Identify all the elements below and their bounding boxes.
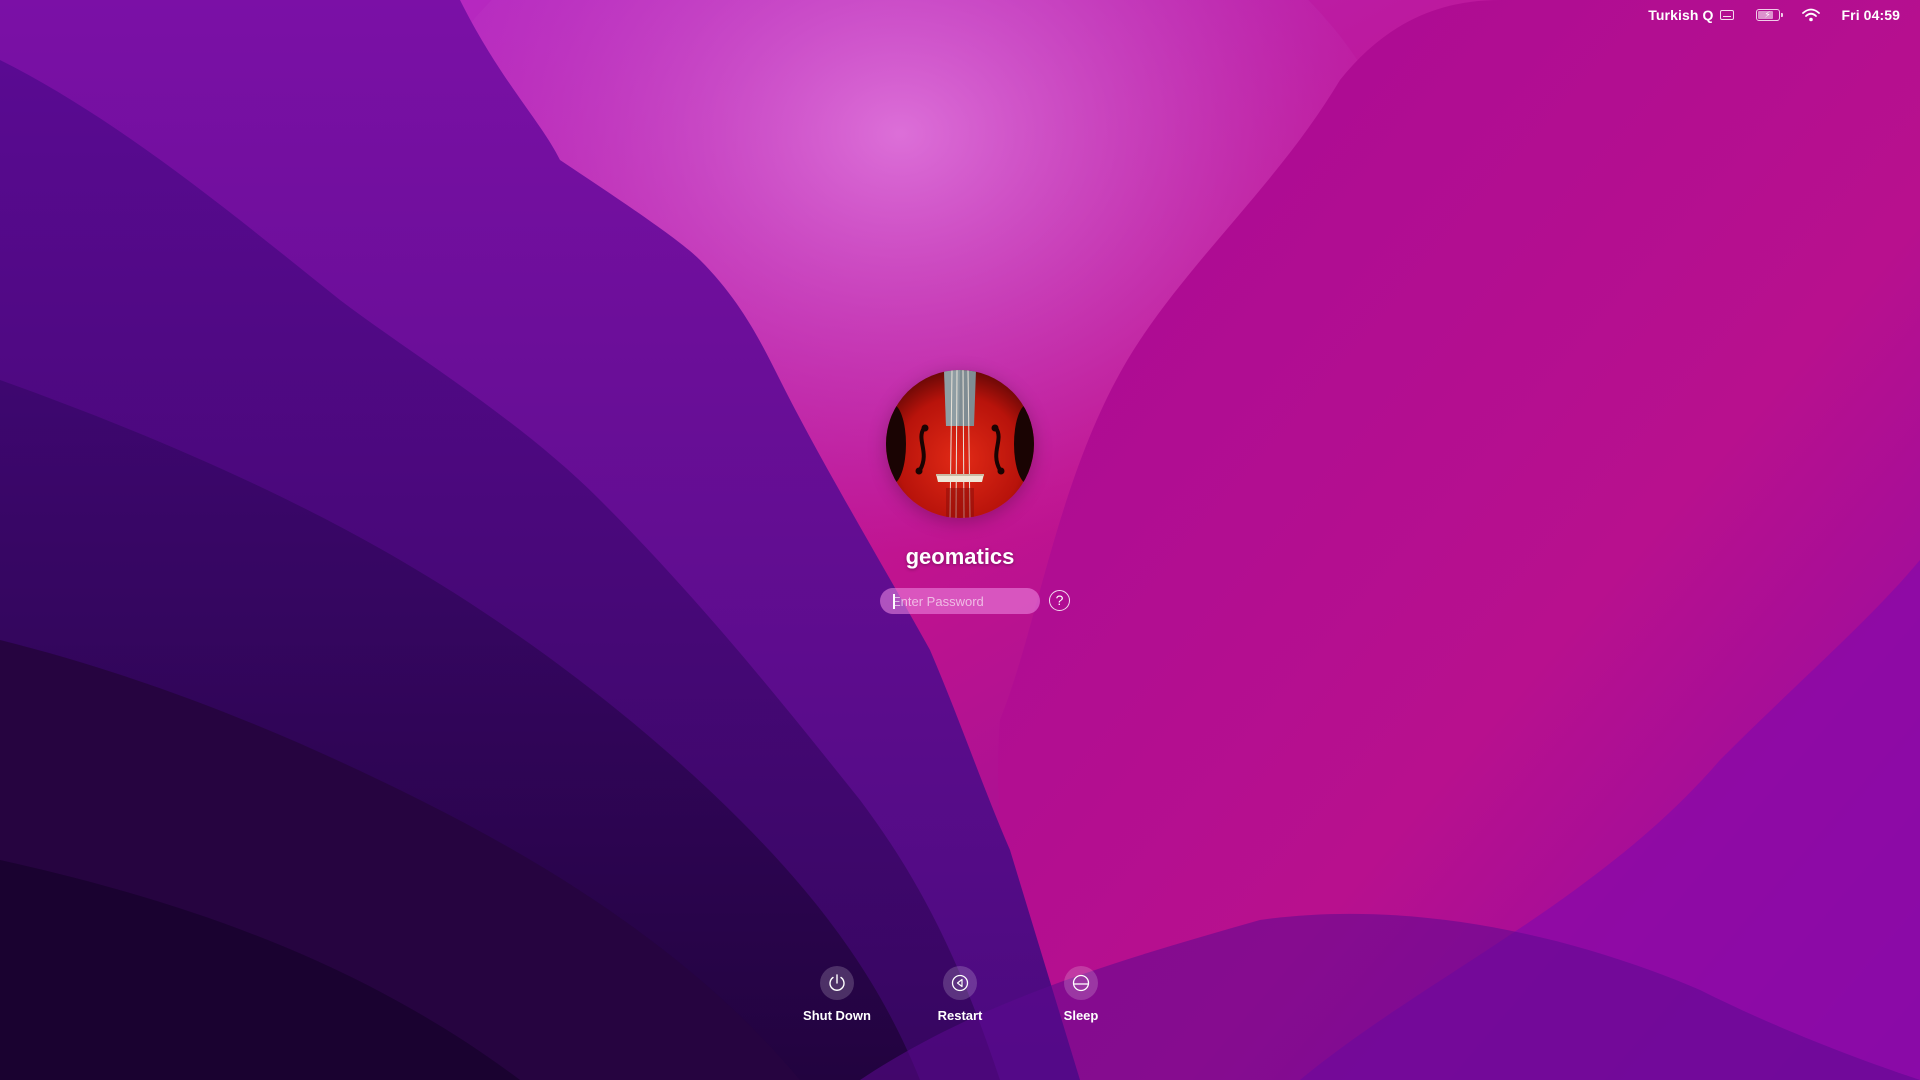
username-label: geomatics (905, 544, 1015, 569)
sleep-circle (1064, 966, 1098, 1000)
violin-icon (886, 370, 1034, 518)
user-avatar[interactable] (886, 370, 1034, 518)
input-source-menu[interactable]: Turkish Q (1648, 0, 1734, 30)
text-caret (893, 594, 895, 609)
charging-bolt-icon: ⚡ (1764, 9, 1771, 20)
login-screen: Turkish Q ⚡ Fri 04:59 geomatics ? Shut D… (0, 0, 1920, 1080)
question-mark-icon: ? (1055, 592, 1064, 608)
wifi-icon (1801, 8, 1820, 22)
input-source-label: Turkish Q (1648, 7, 1714, 23)
power-icon (829, 974, 845, 991)
restart-circle (943, 966, 977, 1000)
shutdown-circle (820, 966, 854, 1000)
wallpaper (0, 0, 1920, 1080)
shutdown-button[interactable]: Shut Down (777, 966, 897, 1023)
password-hint-button[interactable]: ? (1049, 590, 1070, 611)
power-controls: Shut Down Restart Sleep (0, 966, 1920, 1036)
sleep-button[interactable]: Sleep (1021, 966, 1141, 1023)
restart-button[interactable]: Restart (900, 966, 1020, 1023)
keyboard-icon (1719, 10, 1734, 20)
restart-label: Restart (937, 1008, 983, 1023)
password-input[interactable] (880, 588, 1040, 614)
password-field-container (880, 588, 1040, 614)
sleep-label: Sleep (1063, 1008, 1099, 1023)
shutdown-label: Shut Down (803, 1008, 871, 1023)
battery-charging-icon: ⚡ (1755, 9, 1783, 21)
battery-menu[interactable]: ⚡ (1755, 0, 1783, 30)
wifi-menu[interactable] (1801, 0, 1820, 30)
sleep-icon (1072, 974, 1090, 992)
clock[interactable]: Fri 04:59 (1842, 0, 1901, 30)
menu-bar: Turkish Q ⚡ Fri 04:59 (1648, 0, 1920, 30)
clock-label: Fri 04:59 (1841, 7, 1900, 23)
restart-icon (951, 974, 969, 992)
